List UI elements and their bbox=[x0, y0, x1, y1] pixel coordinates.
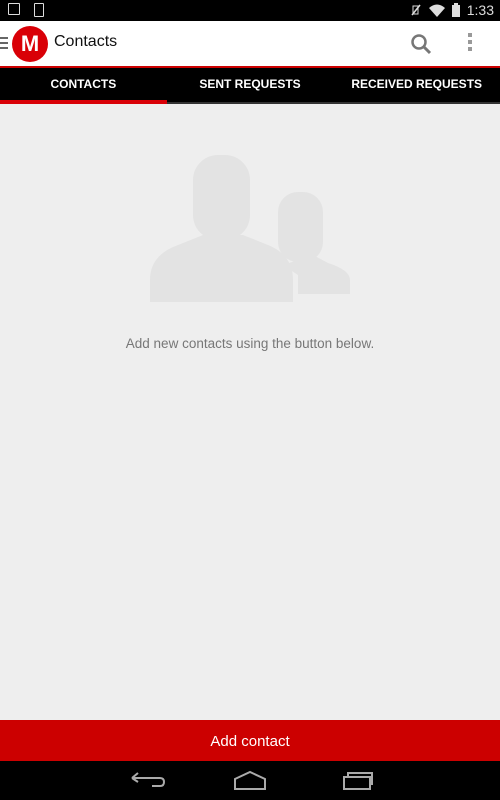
tab-contacts[interactable]: CONTACTS bbox=[0, 68, 167, 104]
app-bar: M Contacts bbox=[0, 21, 500, 68]
page-title: Contacts bbox=[54, 33, 118, 50]
contacts-empty-icon bbox=[150, 155, 350, 302]
mega-logo[interactable]: M bbox=[12, 26, 48, 62]
empty-state-message: Add new contacts using the button below. bbox=[125, 336, 375, 351]
vibrate-off-icon bbox=[411, 4, 421, 16]
status-bar: 1:33 bbox=[0, 0, 500, 21]
recent-apps-icon[interactable] bbox=[338, 769, 378, 791]
image-notification-icon bbox=[8, 3, 20, 15]
tab-bar: CONTACTS SENT REQUESTS RECEIVED REQUESTS bbox=[0, 68, 500, 104]
navigation-bar bbox=[0, 761, 500, 800]
add-contact-button[interactable]: Add contact bbox=[0, 720, 500, 761]
search-icon[interactable] bbox=[410, 33, 432, 55]
menu-icon[interactable] bbox=[0, 37, 8, 52]
alert-notification-icon bbox=[34, 3, 44, 17]
back-icon[interactable] bbox=[128, 769, 168, 791]
battery-icon bbox=[451, 3, 460, 17]
tab-received-requests[interactable]: RECEIVED REQUESTS bbox=[333, 68, 500, 104]
home-icon[interactable] bbox=[230, 769, 270, 791]
overflow-menu-icon[interactable] bbox=[466, 33, 474, 54]
wifi-icon bbox=[428, 4, 445, 17]
tab-sent-requests[interactable]: SENT REQUESTS bbox=[166, 68, 334, 104]
clock: 1:33 bbox=[466, 2, 494, 18]
